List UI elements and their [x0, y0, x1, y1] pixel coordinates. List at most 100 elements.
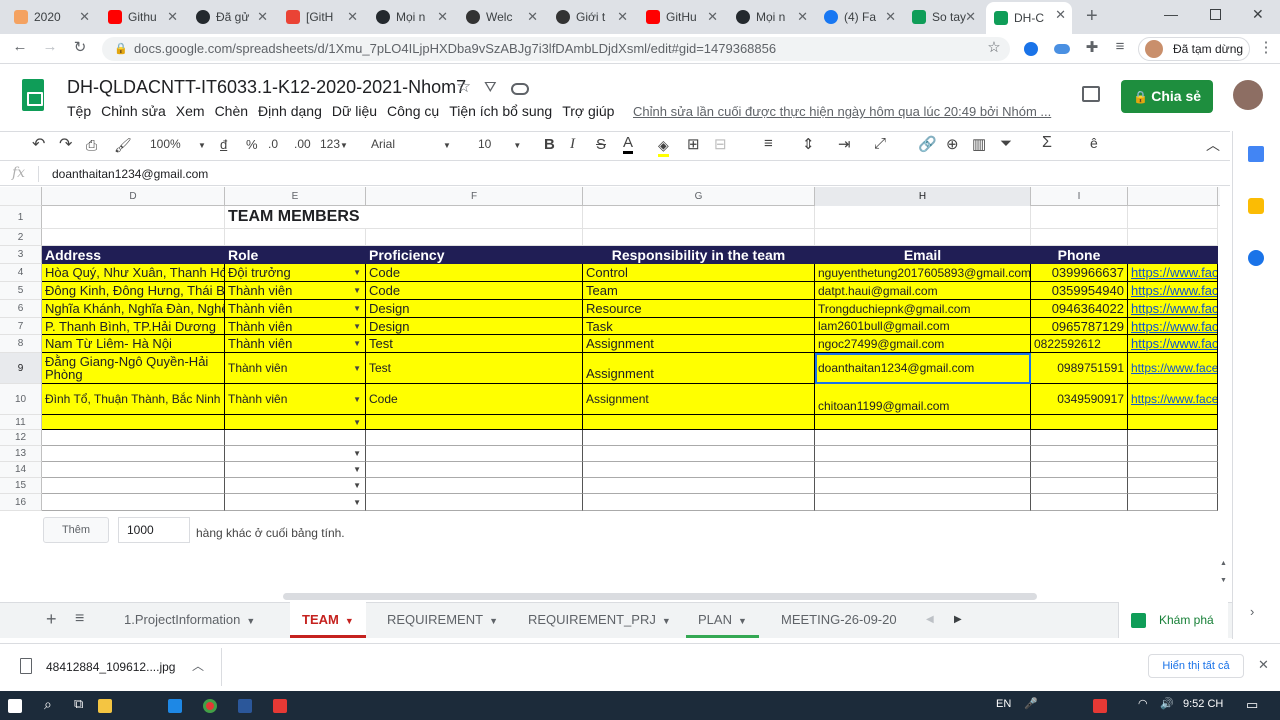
cell[interactable] [1128, 415, 1218, 430]
column-header-h[interactable]: H [815, 187, 1031, 206]
explore-button[interactable]: Khám phá [1118, 602, 1228, 638]
font-select[interactable]: Arial ▼ [371, 137, 451, 151]
cell[interactable] [815, 478, 1031, 494]
more-formats-select[interactable]: 123▼ [320, 137, 348, 151]
row-header[interactable]: 8 [0, 335, 42, 353]
volume-icon[interactable]: 🔊 [1160, 697, 1174, 710]
dropdown-arrow-icon[interactable]: ▼ [353, 481, 361, 490]
cell[interactable] [815, 430, 1031, 446]
tray-app-icon[interactable] [1093, 699, 1107, 713]
cell[interactable] [366, 430, 583, 446]
bookmark-star-icon[interactable]: ☆ [984, 38, 1004, 56]
bold-button[interactable]: B [544, 136, 555, 153]
header-role[interactable]: Role [225, 246, 366, 264]
close-download-bar-icon[interactable]: ✕ [1258, 657, 1269, 673]
file-explorer-icon[interactable] [98, 699, 112, 713]
dropdown-arrow-icon[interactable]: ▼ [353, 304, 361, 313]
browser-tab[interactable]: (4) Fa ✕ [816, 4, 902, 30]
dropdown-arrow-icon[interactable]: ▼ [353, 339, 361, 348]
responsibility-cell[interactable]: Assignment [583, 384, 815, 415]
scroll-tabs-left-icon[interactable]: ◀ [926, 614, 934, 625]
responsibility-cell[interactable]: Team [583, 282, 815, 300]
row-header[interactable]: 14 [0, 462, 42, 478]
facebook-link[interactable]: https://www.facebook.com [1128, 300, 1218, 318]
app-icon[interactable] [273, 699, 287, 713]
cell[interactable] [815, 462, 1031, 478]
insert-link-icon[interactable]: 🔗 [918, 135, 937, 153]
sheet-title-cell[interactable]: TEAM MEMBERS [225, 206, 583, 229]
close-tab-icon[interactable]: ✕ [527, 9, 538, 25]
proficiency-cell[interactable]: Design [366, 318, 583, 335]
cell[interactable] [1031, 478, 1128, 494]
cell[interactable] [1128, 206, 1218, 229]
close-tab-icon[interactable]: ✕ [965, 9, 976, 25]
address-cell[interactable]: Nghĩa Khánh, Nghĩa Đàn, Nghệ An [42, 300, 225, 318]
header-cell[interactable] [1128, 246, 1218, 264]
undo-icon[interactable]: ↶ [32, 134, 45, 154]
proficiency-cell[interactable]: Code [366, 282, 583, 300]
cell[interactable] [42, 229, 225, 246]
cell[interactable] [366, 415, 583, 430]
word-icon[interactable] [238, 699, 252, 713]
responsibility-cell[interactable]: Resource [583, 300, 815, 318]
dropdown-arrow-icon[interactable]: ▼ [353, 418, 361, 427]
responsibility-cell[interactable]: Assignment [583, 335, 815, 353]
proficiency-cell[interactable]: Code [366, 264, 583, 282]
cell[interactable] [366, 478, 583, 494]
reload-icon[interactable]: ↻ [70, 38, 90, 56]
download-options-icon[interactable]: ︿ [192, 657, 204, 674]
facebook-link[interactable]: https://www.facebook.com [1128, 384, 1218, 415]
header-proficiency[interactable]: Proficiency [366, 246, 583, 264]
row-header[interactable]: 10 [0, 384, 42, 415]
decrease-decimal-button[interactable]: .0 [268, 137, 278, 151]
new-tab-button[interactable]: + [1086, 5, 1098, 28]
add-sheet-icon[interactable]: + [46, 609, 57, 630]
insert-comment-icon[interactable]: ⊕ [946, 135, 959, 153]
close-tab-icon[interactable]: ✕ [1055, 7, 1066, 23]
header-email[interactable]: Email [815, 246, 1031, 264]
facebook-link[interactable]: https://www.facebook.com [1128, 264, 1218, 282]
cell[interactable] [1128, 430, 1218, 446]
cell[interactable] [42, 446, 225, 462]
text-color-button[interactable]: A [623, 134, 634, 154]
row-header[interactable]: 15 [0, 478, 42, 494]
extension-icon[interactable] [1024, 42, 1038, 56]
language-indicator[interactable]: EN [996, 698, 1011, 710]
cell[interactable] [1031, 462, 1128, 478]
row-header[interactable]: 16 [0, 494, 42, 511]
phone-cell[interactable]: 0822592612 [1031, 335, 1128, 353]
cell[interactable] [225, 229, 366, 246]
browser-tab[interactable]: Welc ✕ [458, 4, 544, 30]
tasks-icon[interactable] [1248, 250, 1264, 266]
cell[interactable] [1128, 229, 1218, 246]
cell[interactable] [42, 462, 225, 478]
browser-tab[interactable]: [GitH ✕ [278, 4, 364, 30]
role-dropdown[interactable]: ▼ [225, 462, 366, 478]
move-folder-icon[interactable]: ⛛ [484, 79, 497, 96]
cell[interactable] [42, 478, 225, 494]
cell[interactable] [1128, 462, 1218, 478]
paint-format-icon[interactable]: 🖌 [114, 137, 132, 154]
browser-tab[interactable]: Đã gử ✕ [188, 4, 274, 30]
email-cell[interactable]: datpt.haui@gmail.com [815, 282, 1031, 300]
dropdown-arrow-icon[interactable]: ▼ [353, 322, 361, 331]
proficiency-cell[interactable]: Code [366, 384, 583, 415]
column-header-g[interactable]: G [583, 187, 815, 206]
cell[interactable] [366, 462, 583, 478]
add-rows-count-input[interactable]: 1000 [118, 517, 190, 543]
close-tab-icon[interactable]: ✕ [257, 9, 268, 25]
browser-tab[interactable]: Giới t ✕ [548, 4, 634, 30]
expand-side-panel-icon[interactable]: › [1250, 604, 1254, 619]
facebook-link[interactable]: https://www.facebook.com [1128, 335, 1218, 353]
browser-tab[interactable]: Mọi n ✕ [728, 4, 814, 30]
task-view-icon[interactable]: ⧉ [74, 696, 83, 712]
dropdown-arrow-icon[interactable]: ▼ [353, 268, 361, 277]
menu-tools[interactable]: Công cụ [387, 103, 439, 119]
print-icon[interactable]: ⎙ [86, 137, 97, 154]
browser-tab[interactable]: So tay ✕ [904, 4, 982, 30]
sheet-tab[interactable]: REQUIREMENT ▼ [375, 602, 510, 638]
role-dropdown[interactable]: Thành viên ▼ [225, 282, 366, 300]
cell[interactable] [42, 206, 225, 229]
dropdown-arrow-icon[interactable]: ▼ [353, 286, 361, 295]
zoom-select[interactable]: 100% ▼ [150, 137, 206, 151]
